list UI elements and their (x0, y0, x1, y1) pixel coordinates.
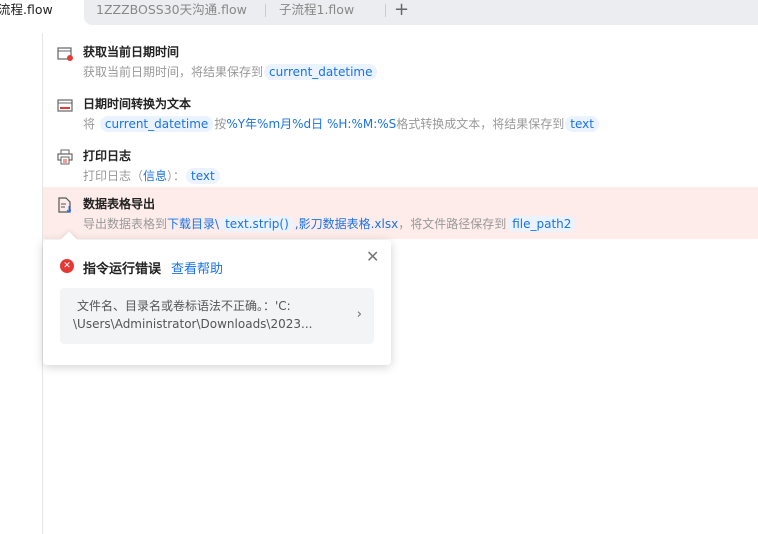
error-popover: ✕ 指令运行错误 查看帮助 ✕ 文件名、目录名或卷标语法不正确。：'C: \Us… (43, 231, 391, 365)
tab-divider (385, 4, 386, 17)
file-export-icon (58, 197, 72, 213)
variable-chip[interactable]: current_datetime (99, 116, 214, 132)
step-print-log[interactable]: 打印日志 打印日志（信息）： text (43, 139, 758, 191)
variable-chip[interactable]: current_datetime (264, 64, 378, 80)
variable-chip[interactable]: text (186, 168, 220, 184)
chevron-right-icon: › (356, 307, 362, 322)
variable-chip[interactable]: text (565, 116, 599, 132)
tab-subflow[interactable]: 子流程1.flow (279, 0, 354, 25)
step-datetime-to-text[interactable]: 日期时间转换为文本 将 current_datetime 按%Y年%m月%d日 %… (43, 87, 758, 139)
close-icon[interactable]: ✕ (366, 247, 379, 266)
help-link[interactable]: 查看帮助 (171, 258, 223, 277)
tab-main-flow[interactable]: 流程.flow (0, 0, 53, 25)
add-tab-button[interactable]: + (394, 0, 409, 20)
step-export-table-error[interactable]: 数据表格导出 导出数据表格到下载目录\ text.strip() ,影刀数据表格.x… (43, 187, 758, 239)
error-title: 指令运行错误 (83, 262, 162, 277)
error-detail[interactable]: 文件名、目录名或卷标语法不正确。：'C: \Users\Administrato… (60, 288, 374, 344)
step-get-datetime[interactable]: 获取当前日期时间 获取当前日期时间，将结果保存到 current_datetime (43, 35, 758, 87)
tab-divider (265, 4, 266, 17)
variable-chip[interactable]: text.strip() (220, 216, 294, 232)
error-icon: ✕ (60, 259, 74, 273)
variable-chip[interactable]: file_path2 (507, 216, 577, 232)
printer-icon (57, 149, 73, 165)
calendar-clock-icon (57, 47, 73, 61)
calendar-icon (57, 99, 73, 112)
tab-boss-flow[interactable]: 1ZZZBOSS30天沟通.flow (96, 0, 247, 25)
tab-bar: 流程.flow 1ZZZBOSS30天沟通.flow 子流程1.flow + (0, 0, 758, 25)
